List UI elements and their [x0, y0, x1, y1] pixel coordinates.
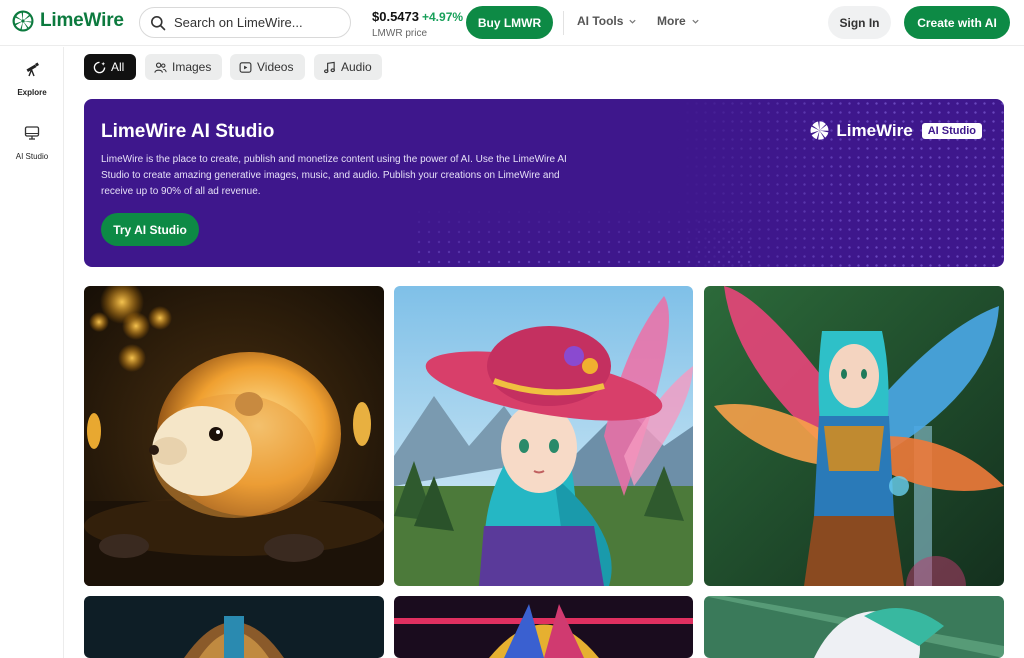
filter-chip-label: Videos: [257, 60, 294, 74]
music-note-icon: [324, 61, 335, 73]
filter-chip-label: Audio: [341, 60, 372, 74]
lime-logo-icon: [12, 10, 34, 32]
search-input[interactable]: [174, 15, 334, 30]
video-icon: [239, 61, 252, 73]
filter-chip-all[interactable]: All: [84, 54, 136, 80]
banner-description: LimeWire is the place to create, publish…: [101, 154, 567, 197]
price-label: LMWR price: [372, 28, 428, 39]
gallery-card[interactable]: [704, 596, 1004, 658]
left-sidebar: Explore AI Studio: [0, 47, 64, 658]
price-change: +4.97%: [422, 10, 464, 24]
banner-brand: LimeWire AI Studio: [809, 120, 982, 141]
telescope-icon: [26, 62, 39, 77]
gallery-image-fairy-warrior: [704, 286, 1004, 586]
logo-text: LimeWire: [40, 10, 124, 31]
gallery-card[interactable]: [394, 596, 693, 658]
sidebar-item-ai-studio[interactable]: AI Studio: [0, 125, 64, 161]
nav-more-label: More: [657, 14, 686, 28]
banner-dot-pattern: [414, 207, 754, 267]
header-divider: [563, 11, 564, 35]
gallery-card[interactable]: [394, 286, 693, 586]
monitor-icon: [24, 126, 40, 140]
top-header: LimeWire $0.5473+4.97% LMWR price Buy LM…: [0, 0, 1024, 46]
filter-chip-videos[interactable]: Videos: [230, 54, 305, 80]
sidebar-item-explore[interactable]: Explore: [0, 61, 64, 97]
nav-more[interactable]: More: [657, 14, 700, 28]
gallery-image-hedgehog: [84, 286, 384, 586]
gallery-image-anime-girl-hat: [394, 286, 693, 586]
search-icon: [151, 15, 166, 30]
nav-ai-tools-label: AI Tools: [577, 14, 624, 28]
gallery-card[interactable]: [84, 596, 384, 658]
banner-brand-tag: AI Studio: [921, 122, 982, 139]
sign-in-button[interactable]: Sign In: [828, 6, 891, 39]
sidebar-item-label: Explore: [17, 88, 47, 97]
gallery-image-neon-fan: [394, 596, 693, 658]
nav-ai-tools[interactable]: AI Tools: [577, 14, 637, 28]
limewire-logo[interactable]: LimeWire: [12, 10, 124, 32]
sparkle-circle-icon: [93, 61, 106, 73]
lime-logo-icon: [810, 121, 829, 140]
banner-title: LimeWire AI Studio: [101, 121, 275, 142]
price-ticker: $0.5473 +4.97% LMWR price: [372, 8, 463, 39]
gallery-card[interactable]: [84, 286, 384, 586]
banner-brand-name: LimeWire: [836, 120, 913, 140]
ai-studio-banner: LimeWire AI Studio LimeWire is the place…: [84, 99, 1004, 267]
create-with-ai-button[interactable]: Create with AI: [904, 6, 1010, 39]
gallery-card[interactable]: [704, 286, 1004, 586]
filter-chip-label: All: [111, 60, 125, 74]
gallery-image-robot-fan: [84, 596, 384, 658]
try-ai-studio-button[interactable]: Try AI Studio: [101, 213, 199, 246]
filter-chip-audio[interactable]: Audio: [314, 54, 382, 80]
filter-chip-images[interactable]: Images: [145, 54, 222, 80]
search-bar[interactable]: [139, 7, 351, 38]
filter-chip-label: Images: [172, 60, 212, 74]
price-value: $0.5473: [372, 9, 419, 24]
gallery-image-white-hair-character: [704, 596, 1004, 658]
chevron-down-icon: [692, 19, 699, 24]
buy-lmwr-button[interactable]: Buy LMWR: [466, 6, 553, 39]
people-icon: [154, 61, 167, 73]
sidebar-item-label: AI Studio: [15, 152, 49, 161]
chevron-down-icon: [629, 19, 637, 24]
